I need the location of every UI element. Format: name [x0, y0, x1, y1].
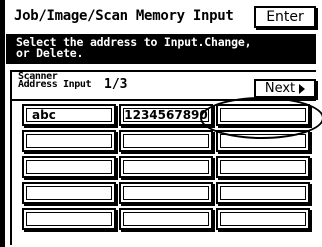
- address-slot-2[interactable]: 1234567890: [119, 104, 213, 126]
- panel-frame: [0, 0, 5, 247]
- triangle-right-icon: [299, 83, 306, 94]
- address-slot-4[interactable]: [22, 130, 116, 152]
- address-grid: abc 1234567890: [22, 104, 310, 230]
- address-slot-1[interactable]: abc: [22, 104, 116, 126]
- instruction-bar: Select the address to Input.Change, or D…: [6, 34, 316, 64]
- panel-divider: [12, 99, 316, 101]
- address-slot-6[interactable]: [216, 130, 310, 152]
- page-indicator: 1/3: [104, 77, 128, 92]
- panel-tab-label: Scanner Address Input: [18, 71, 92, 90]
- address-slot-11[interactable]: [119, 182, 213, 204]
- screen-title: Job/Image/Scan Memory Input: [14, 8, 234, 24]
- next-button-label: Next: [264, 81, 296, 96]
- touch-panel-screen: Job/Image/Scan Memory Input Enter Select…: [0, 0, 322, 247]
- enter-button[interactable]: Enter: [254, 6, 316, 28]
- instruction-text: Select the address to Input.Change, or D…: [16, 35, 252, 60]
- address-slot-15[interactable]: [216, 208, 310, 230]
- address-slot-5[interactable]: [119, 130, 213, 152]
- address-slot-10[interactable]: [22, 182, 116, 204]
- address-slot-7[interactable]: [22, 156, 116, 178]
- address-slot-3[interactable]: [216, 104, 310, 126]
- next-page-button[interactable]: Next: [254, 79, 316, 98]
- address-slot-12[interactable]: [216, 182, 310, 204]
- address-slot-14[interactable]: [119, 208, 213, 230]
- address-slot-8[interactable]: [119, 156, 213, 178]
- address-slot-13[interactable]: [22, 208, 116, 230]
- address-slot-9[interactable]: [216, 156, 310, 178]
